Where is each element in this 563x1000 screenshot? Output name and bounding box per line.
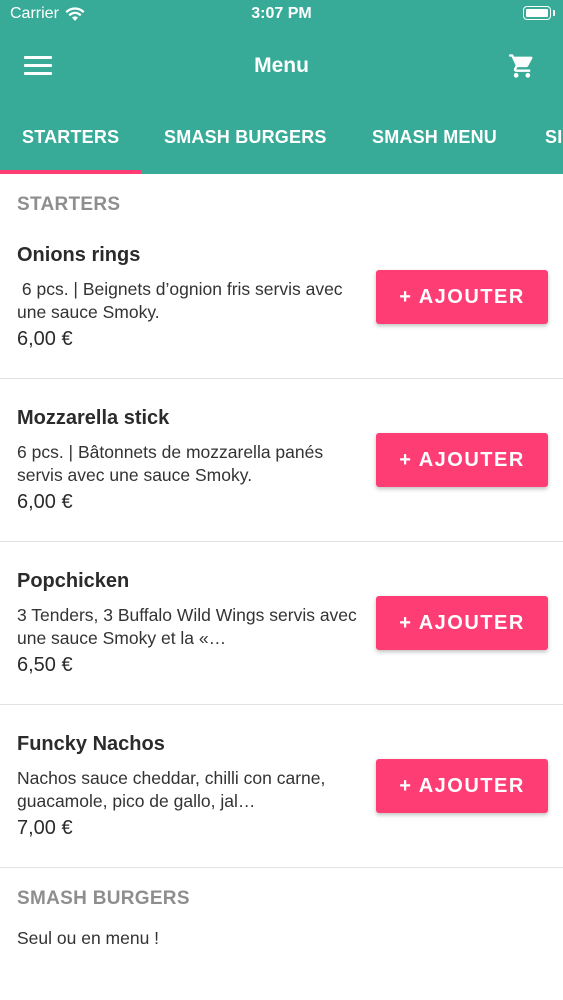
tab-next[interactable]: SI [545,127,562,148]
active-tab-indicator [0,170,141,174]
item-name: Popchicken [17,570,130,592]
list-item: Funcky Nachos Nachos sauce cheddar, chil… [0,705,563,868]
item-description: 6 pcs. | Bâtonnets de mozzarella panés s… [17,442,324,485]
item-name: Mozzarella stick [17,407,170,429]
app-header: Carrier 3:07 PM Menu STARTERS SMASH BURG… [0,0,563,174]
menu-content: STARTERS Onions rings 6 pcs. | Beignets … [0,174,563,949]
item-price: 6,00 € [17,491,73,513]
add-button[interactable]: + AJOUTER [376,433,548,487]
tab-smash-burgers[interactable]: SMASH BURGERS [164,127,327,148]
navigation-bar: Menu [0,30,563,100]
page-title: Menu [254,54,309,77]
item-description: 6 pcs. | Beignets d’ognion fris servis a… [17,279,348,322]
status-right [523,6,555,20]
add-button[interactable]: + AJOUTER [376,270,548,324]
add-button[interactable]: + AJOUTER [376,759,548,813]
list-item: Onions rings 6 pcs. | Beignets d’ognion … [0,216,563,379]
item-name: Funcky Nachos [17,733,165,755]
tab-starters[interactable]: STARTERS [22,127,119,148]
tab-smash-menu[interactable]: SMASH MENU [372,127,497,148]
item-description: Nachos sauce cheddar, chilli con carne, … [17,768,326,811]
list-item: Mozzarella stick 6 pcs. | Bâtonnets de m… [0,379,563,542]
status-bar: Carrier 3:07 PM [0,0,563,30]
item-name: Onions rings [17,244,141,266]
add-button[interactable]: + AJOUTER [376,596,548,650]
item-price: 7,00 € [17,817,73,839]
section-header-smash-burgers: SMASH BURGERS [17,888,190,909]
category-tabs: STARTERS SMASH BURGERS SMASH MENU SI [0,100,563,174]
cart-icon[interactable] [507,52,537,80]
section-note: Seul ou en menu ! [17,928,160,948]
item-price: 6,50 € [17,654,73,676]
status-time: 3:07 PM [251,5,312,22]
item-description: 3 Tenders, 3 Buffalo Wild Wings servis a… [17,605,357,648]
section-header-starters: STARTERS [17,194,121,215]
battery-icon [523,6,555,20]
list-item: Popchicken 3 Tenders, 3 Buffalo Wild Win… [0,542,563,705]
item-price: 6,00 € [17,328,73,350]
